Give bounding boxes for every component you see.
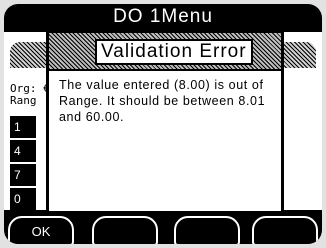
dialog-header: Validation Error <box>49 33 281 71</box>
range-field-label: Rang <box>10 94 37 107</box>
softkey-4[interactable] <box>252 216 318 244</box>
keypad-key-0[interactable]: 0 <box>10 188 36 210</box>
keypad-key-7[interactable]: 7 <box>10 164 36 186</box>
ok-softkey[interactable]: OK <box>8 216 74 244</box>
keypad-key-1[interactable]: 1 <box>10 116 36 138</box>
softkey-2[interactable] <box>92 216 158 244</box>
dialog-message: The value entered (8.00) is out of Range… <box>59 78 266 124</box>
softkey-3[interactable] <box>174 216 240 244</box>
device-screen: DO 1Menu Org: € Rang 1 4 7 0 OK Validati… <box>4 4 322 244</box>
keypad-key-4[interactable]: 4 <box>10 140 36 162</box>
validation-error-dialog: Validation Error The value entered (8.00… <box>46 30 284 214</box>
title-bar: DO 1Menu <box>4 4 322 32</box>
dialog-title: Validation Error <box>95 39 253 65</box>
menu-title: DO 1Menu <box>113 6 213 27</box>
